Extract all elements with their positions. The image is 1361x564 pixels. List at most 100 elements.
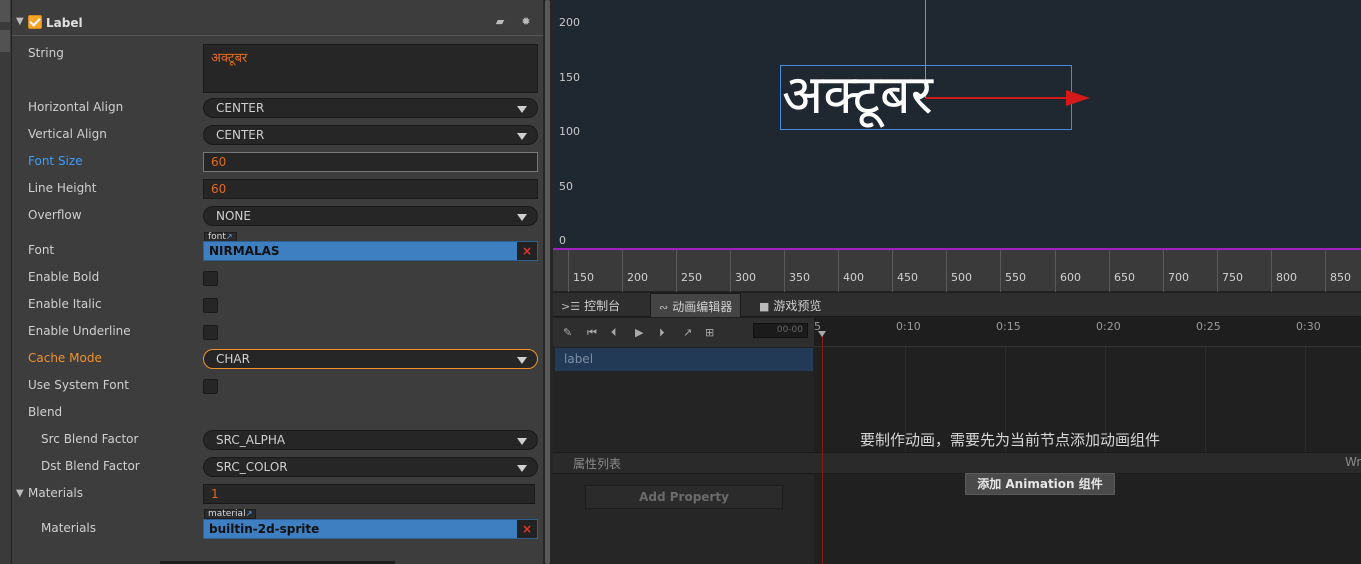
- cache-mode-label: Cache Mode: [28, 351, 102, 365]
- material-item-label: Materials: [41, 521, 97, 535]
- next-frame-icon[interactable]: ⏵: [659, 326, 665, 340]
- ruler-tick-line: [1163, 250, 1164, 292]
- ruler-tick-line: [946, 250, 947, 292]
- jump-to-start-icon[interactable]: ⏮: [587, 326, 597, 340]
- valign-value: CENTER: [216, 128, 265, 142]
- line-height-label: Line Height: [28, 181, 97, 195]
- tab-console[interactable]: >☰ 控制台: [553, 293, 628, 317]
- x-ruler-tick: 650: [1114, 271, 1135, 284]
- animation-hint-text: 要制作动画，需要先为当前节点添加动画组件: [860, 431, 1161, 449]
- timeline-label: 0:20: [1096, 320, 1121, 333]
- ruler-tick-line: [730, 250, 731, 292]
- x-ruler-tick: 200: [627, 271, 648, 284]
- edit-icon[interactable]: ✎: [563, 326, 572, 339]
- label-node-text[interactable]: अक्टूबर: [782, 62, 933, 128]
- cache-mode-select[interactable]: CHAR: [203, 349, 538, 369]
- use-system-font-checkbox[interactable]: [203, 379, 218, 394]
- ruler-tick-line: [1109, 250, 1110, 292]
- inspector-scrollbar[interactable]: [543, 0, 553, 564]
- src-blend-label: Src Blend Factor: [41, 432, 139, 446]
- collapse-arrow-icon[interactable]: ▼: [16, 16, 24, 27]
- export-icon[interactable]: ↗: [683, 326, 692, 339]
- timeline-label: 0:30: [1296, 320, 1321, 333]
- clear-material-icon[interactable]: ×: [517, 520, 537, 538]
- ruler-tick-line: [1000, 250, 1001, 292]
- animation-icon: ∾: [659, 301, 669, 314]
- add-animation-component-button[interactable]: 添加 Animation 组件: [965, 473, 1115, 495]
- time-display[interactable]: 00-00: [753, 323, 808, 338]
- x-axis-gizmo[interactable]: [926, 97, 1066, 99]
- label-component-header[interactable]: ▼ Label ▰ ✹: [12, 10, 543, 36]
- component-title: Label: [46, 16, 83, 30]
- timeline-label: 0:15: [996, 320, 1021, 333]
- line-height-input[interactable]: 60: [203, 179, 538, 199]
- ruler-tick-line: [676, 250, 677, 292]
- ruler-tick-line: [838, 250, 839, 292]
- materials-count-input[interactable]: 1: [203, 484, 535, 504]
- chevron-down-icon: [517, 438, 527, 445]
- camera-icon: ■: [759, 300, 770, 313]
- add-property-button[interactable]: Add Property: [585, 485, 783, 509]
- external-link-icon[interactable]: ↗: [226, 232, 233, 241]
- x-ruler-tick: 300: [735, 271, 756, 284]
- y-axis-tick: 200: [559, 16, 580, 29]
- ruler-tick-line: [1271, 250, 1272, 292]
- strip-tab: [0, 0, 10, 22]
- font-size-label: Font Size: [28, 154, 83, 168]
- x-axis-arrow-icon[interactable]: [1066, 90, 1090, 106]
- add-event-icon[interactable]: ⊞: [705, 326, 714, 339]
- halign-value: CENTER: [216, 101, 265, 115]
- x-ruler-tick: 400: [843, 271, 864, 284]
- enable-bold-label: Enable Bold: [28, 270, 100, 284]
- component-enabled-checkbox[interactable]: [28, 15, 42, 29]
- tab-animation-editor[interactable]: ∾ 动画编辑器: [650, 293, 742, 317]
- x-ruler-tick: 250: [681, 271, 702, 284]
- y-axis-tick: 0: [559, 234, 566, 247]
- materials-expand-icon[interactable]: ▼: [16, 488, 24, 499]
- x-ruler-tick: 500: [951, 271, 972, 284]
- material-asset-field[interactable]: builtin-2d-sprite ×: [203, 519, 538, 539]
- tab-game-preview[interactable]: ■ 游戏预览: [751, 293, 829, 317]
- left-edge-strip: [0, 0, 12, 564]
- x-ruler-tick: 800: [1276, 271, 1297, 284]
- font-asset-field[interactable]: NIRMALAS ×: [203, 241, 538, 261]
- gear-icon[interactable]: ✹: [520, 16, 532, 28]
- prev-frame-icon[interactable]: ⏴: [611, 326, 617, 340]
- tab-animation-editor-label: 动画编辑器: [672, 300, 733, 314]
- src-blend-select[interactable]: SRC_ALPHA: [203, 430, 538, 450]
- enable-underline-checkbox[interactable]: [203, 325, 218, 340]
- ruler-tick-line: [1217, 250, 1218, 292]
- book-icon[interactable]: ▰: [494, 16, 506, 28]
- material-tag-text: material: [208, 509, 246, 519]
- scrollbar-thumb[interactable]: [545, 0, 550, 564]
- enable-italic-checkbox[interactable]: [203, 298, 218, 313]
- valign-label: Vertical Align: [28, 127, 107, 141]
- blend-label: Blend: [28, 405, 63, 419]
- enable-bold-checkbox[interactable]: [203, 271, 218, 286]
- cache-mode-value: CHAR: [216, 352, 250, 366]
- timeline-grid-line: [1305, 347, 1306, 452]
- play-icon[interactable]: ▶: [635, 326, 643, 339]
- ruler-tick-line: [892, 250, 893, 292]
- material-asset-tag[interactable]: material↗: [204, 509, 257, 519]
- x-ruler-tick: 750: [1222, 271, 1243, 284]
- clear-font-icon[interactable]: ×: [517, 242, 537, 260]
- ruler-tick-line: [784, 250, 785, 292]
- panel-tab-bar: >☰ 控制台 ∾ 动画编辑器 ■ 游戏预览: [553, 293, 1361, 317]
- valign-select[interactable]: CENTER: [203, 125, 538, 145]
- string-textarea[interactable]: अक्टूबर: [203, 44, 538, 93]
- y-axis-tick: 150: [559, 71, 580, 84]
- node-row-label[interactable]: label: [555, 348, 813, 371]
- font-size-input[interactable]: 60: [203, 152, 538, 172]
- overflow-value: NONE: [216, 209, 251, 223]
- x-ruler-tick: 600: [1060, 271, 1081, 284]
- timeline-header[interactable]: 5 0:10 0:15 0:20 0:25 0:30: [814, 318, 1361, 347]
- overflow-select[interactable]: NONE: [203, 206, 538, 226]
- halign-select[interactable]: CENTER: [203, 98, 538, 118]
- timeline-playhead[interactable]: [822, 335, 823, 564]
- dst-blend-select[interactable]: SRC_COLOR: [203, 457, 538, 477]
- property-list-bar: [553, 452, 1361, 474]
- external-link-icon[interactable]: ↗: [246, 509, 253, 518]
- playhead-marker-icon[interactable]: [818, 331, 826, 337]
- font-asset-name: NIRMALAS: [209, 244, 280, 258]
